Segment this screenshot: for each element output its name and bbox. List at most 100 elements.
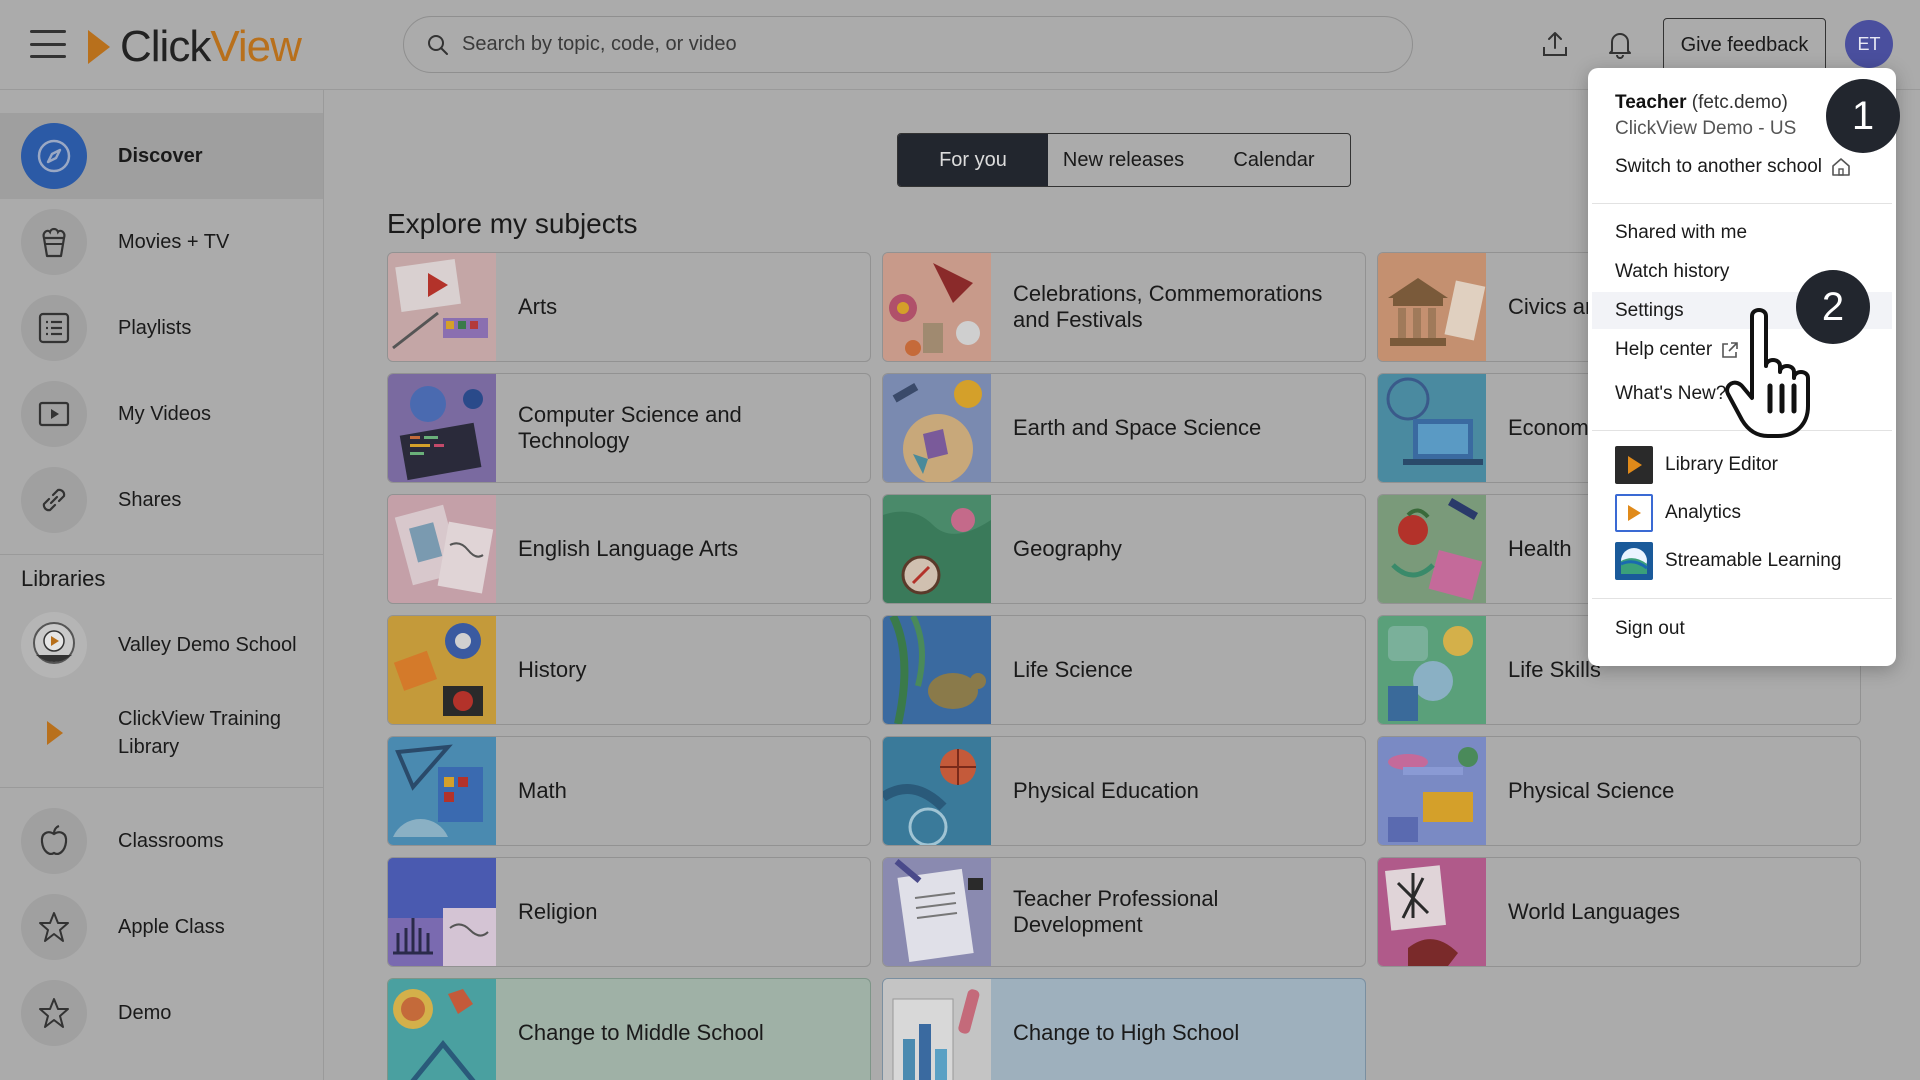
analytics-label: Analytics <box>1665 502 1742 523</box>
sidebar-item-label: Playlists <box>118 317 192 339</box>
sidebar-item-label: Demo <box>118 1002 172 1024</box>
give-feedback-button[interactable]: Give feedback <box>1663 18 1826 72</box>
subject-card-earth-space[interactable]: Earth and Space Science <box>882 373 1366 483</box>
sidebar-item-label: Movies + TV <box>118 231 230 253</box>
discover-tabs: For you New releases Calendar <box>897 133 1351 187</box>
subject-card-world-languages[interactable]: World Languages <box>1377 857 1861 967</box>
subject-label: Physical Education <box>1013 778 1199 803</box>
subject-card-physical-science[interactable]: Physical Science <box>1377 736 1861 846</box>
sidebar-item-label: ClickView Training Library <box>118 708 282 758</box>
logo-text-view: View <box>210 22 302 71</box>
subject-card-religion[interactable]: Religion <box>387 857 871 967</box>
subject-card-physical-education[interactable]: Physical Education <box>882 736 1366 846</box>
apple-icon <box>21 808 87 874</box>
home-icon <box>1832 158 1850 176</box>
sidebar-item-label: Classrooms <box>118 830 224 852</box>
life-skills-thumbnail <box>1378 616 1486 724</box>
geography-thumbnail <box>883 495 991 603</box>
change-to-high-school-card[interactable]: Change to High School <box>882 978 1366 1080</box>
step-badge-1: 1 <box>1826 79 1900 153</box>
school-crest-icon <box>21 612 87 678</box>
world-languages-thumbnail <box>1378 858 1486 966</box>
link-icon <box>21 467 87 533</box>
subject-label: Change to Middle School <box>518 1020 764 1045</box>
tab-for-you[interactable]: For you <box>898 134 1048 186</box>
sidebar-item-demo[interactable]: Demo <box>0 970 323 1056</box>
civics-thumbnail <box>1378 253 1486 361</box>
username: (fetc.demo) <box>1691 92 1788 113</box>
sidebar-item-label: Discover <box>118 145 203 167</box>
subject-card-teacher-pd[interactable]: Teacher Professional Development <box>882 857 1366 967</box>
celebrations-thumbnail <box>883 253 991 361</box>
sidebar-item-label: My Videos <box>118 403 212 425</box>
subject-label: Earth and Space Science <box>1013 415 1262 440</box>
shared-with-me-link[interactable]: Shared with me <box>1615 222 1747 244</box>
clickview-play-icon <box>21 700 87 766</box>
search-input[interactable] <box>462 33 1362 56</box>
avatar[interactable]: ET <box>1845 20 1893 68</box>
subject-label: Religion <box>518 899 598 924</box>
sidebar-item-apple-class[interactable]: Apple Class <box>0 884 323 970</box>
sidebar-item-label: Apple Class <box>118 916 225 938</box>
streamable-learning-link[interactable]: Streamable Learning <box>1615 542 1841 580</box>
watch-history-link[interactable]: Watch history <box>1615 261 1729 283</box>
bell-icon[interactable] <box>1602 26 1638 62</box>
subject-label: History <box>518 657 587 682</box>
subject-card-math[interactable]: Math <box>387 736 871 846</box>
whats-new-link[interactable]: What's New? <box>1615 383 1726 405</box>
current-school: ClickView Demo - US <box>1615 118 1797 139</box>
section-heading: Explore my subjects <box>387 208 638 239</box>
sidebar-item-my-videos[interactable]: My Videos <box>0 371 323 457</box>
user-role: Teacher <box>1615 92 1687 113</box>
physical-education-thumbnail <box>883 737 991 845</box>
teacher-pd-thumbnail <box>883 858 991 966</box>
high-school-thumbnail <box>883 979 991 1080</box>
subject-card-english[interactable]: English Language Arts <box>387 494 871 604</box>
subject-label: World Languages <box>1508 899 1681 924</box>
subject-label: Teacher Professional Development <box>1013 886 1219 937</box>
economics-thumbnail <box>1378 374 1486 482</box>
subject-card-history[interactable]: History <box>387 615 871 725</box>
tab-new-releases[interactable]: New releases <box>1048 134 1199 186</box>
clickview-logo[interactable]: ClickView <box>88 22 302 72</box>
help-center-label: Help center <box>1615 339 1713 360</box>
subject-card-arts[interactable]: Arts <box>387 252 871 362</box>
settings-link[interactable]: Settings <box>1615 300 1684 322</box>
subject-label: Arts <box>518 294 558 319</box>
sidebar-item-label: Shares <box>118 489 182 511</box>
subject-card-celebrations[interactable]: Celebrations, Commemorations and Festiva… <box>882 252 1366 362</box>
subject-card-geography[interactable]: Geography <box>882 494 1366 604</box>
switch-school-link[interactable]: Switch to another school <box>1615 156 1852 178</box>
change-to-middle-school-card[interactable]: Change to Middle School <box>387 978 871 1080</box>
search-bar[interactable] <box>403 16 1413 73</box>
sidebar-item-valley-demo-school[interactable]: Valley Demo School <box>0 602 323 688</box>
sidebar-item-discover[interactable]: Discover <box>0 113 323 199</box>
menu-icon[interactable] <box>30 30 66 58</box>
subject-card-life-science[interactable]: Life Science <box>882 615 1366 725</box>
sidebar-item-classrooms[interactable]: Classrooms <box>0 798 323 884</box>
sidebar-item-shares[interactable]: Shares <box>0 457 323 543</box>
sidebar: Discover Movies + TV Playlists My Videos… <box>0 90 324 1080</box>
compass-icon <box>21 123 87 189</box>
hand-pointer-icon <box>1725 308 1810 438</box>
analytics-link[interactable]: Analytics <box>1615 494 1741 532</box>
switch-school-label: Switch to another school <box>1615 156 1823 177</box>
life-science-thumbnail <box>883 616 991 724</box>
sidebar-item-movies-tv[interactable]: Movies + TV <box>0 199 323 285</box>
sidebar-item-clickview-training-library[interactable]: ClickView Training Library <box>0 688 323 778</box>
library-editor-link[interactable]: Library Editor <box>1615 446 1778 484</box>
play-box-icon <box>21 381 87 447</box>
tab-calendar[interactable]: Calendar <box>1199 134 1349 186</box>
middle-school-thumbnail <box>388 979 496 1080</box>
subject-card-computer-science[interactable]: Computer Science and Technology <box>387 373 871 483</box>
library-editor-label: Library Editor <box>1665 454 1778 475</box>
sidebar-divider <box>0 787 323 788</box>
list-icon <box>21 295 87 361</box>
library-editor-logo-icon <box>1615 446 1653 484</box>
upload-icon[interactable] <box>1537 26 1573 62</box>
logo-play-icon <box>88 30 110 64</box>
subject-label: Health <box>1508 536 1572 561</box>
computer-science-thumbnail <box>388 374 496 482</box>
sign-out-link[interactable]: Sign out <box>1615 618 1685 640</box>
sidebar-item-playlists[interactable]: Playlists <box>0 285 323 371</box>
